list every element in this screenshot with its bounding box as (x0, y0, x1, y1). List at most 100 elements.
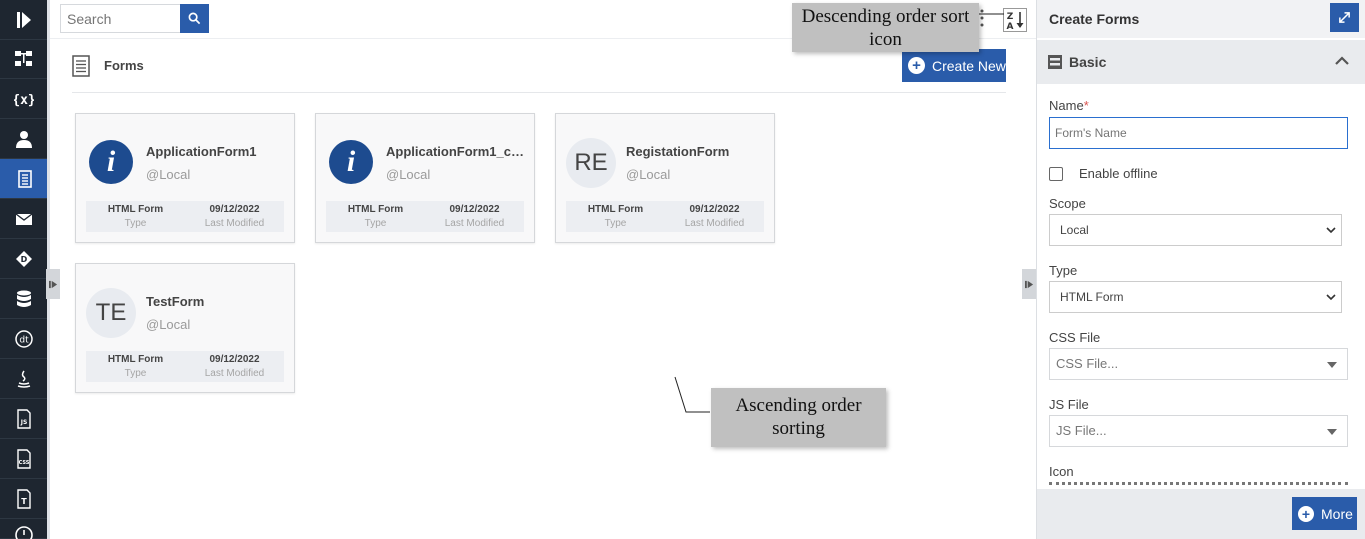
form-avatar-initials: RE (566, 138, 616, 188)
form-type-key: Type (124, 368, 147, 379)
name-label: Name* (1049, 98, 1089, 113)
form-type-value: HTML Form (347, 204, 404, 215)
form-type-value: HTML Form (107, 354, 164, 365)
search-button[interactable] (180, 4, 209, 33)
form-type-key: Type (124, 218, 147, 229)
logo-icon[interactable] (0, 0, 47, 40)
css-file-icon[interactable]: CSS (0, 439, 47, 479)
info-icon: i (89, 140, 133, 184)
form-type-value: HTML Form (107, 204, 164, 215)
left-nav: {x} D dt JS CSS T (0, 0, 50, 539)
svg-text:T: T (21, 497, 27, 506)
page-title: Forms (104, 58, 144, 73)
form-modified-value: 09/12/2022 (209, 204, 260, 215)
form-modified-value: 09/12/2022 (689, 204, 740, 215)
form-name: ApplicationForm1_co... (386, 144, 526, 159)
form-scope: @Local (386, 167, 431, 182)
panel-title: Create Forms (1049, 11, 1140, 27)
java-icon[interactable] (0, 359, 47, 399)
chevron-up-icon[interactable] (1333, 52, 1351, 70)
plus-circle-icon: + (1298, 505, 1314, 522)
more-button[interactable]: + More (1292, 497, 1357, 530)
annotation-descending-sort: Descending order sort icon (792, 3, 979, 52)
basic-section-header[interactable]: Basic (1037, 40, 1365, 84)
form-type-key: Type (364, 218, 387, 229)
type-value: HTML Form (1060, 290, 1124, 304)
form-name: RegistationForm (626, 144, 730, 159)
svg-text:JS: JS (19, 419, 27, 426)
required-mark: * (1083, 98, 1089, 113)
panel-footer: + More (1037, 489, 1365, 539)
icon-label: Icon (1049, 464, 1074, 479)
form-scope: @Local (146, 167, 191, 182)
type-label: Type (1049, 263, 1078, 278)
search-input[interactable] (60, 4, 181, 33)
mail-icon[interactable] (0, 199, 47, 239)
form-modified-key: Last Modified (204, 368, 265, 379)
forms-divider (72, 92, 1006, 93)
user-icon[interactable] (0, 119, 47, 159)
form-card[interactable]: i ApplicationForm1 @Local HTML Form Type … (75, 113, 295, 243)
form-name: TestForm (146, 294, 205, 309)
right-collapse-handle[interactable] (1022, 269, 1036, 299)
enable-offline-checkbox[interactable] (1049, 167, 1063, 181)
scope-select[interactable]: Local (1049, 214, 1342, 246)
forms-page-icon (72, 55, 90, 77)
form-modified-key: Last Modified (444, 218, 505, 229)
svg-text:D: D (20, 255, 27, 264)
chevron-down-icon (1326, 227, 1336, 234)
type-select[interactable]: HTML Form (1049, 281, 1342, 313)
form-name: ApplicationForm1 (146, 144, 257, 159)
svg-text:A: A (1007, 22, 1014, 32)
svg-text:CSS: CSS (18, 460, 29, 466)
expand-diagonal-icon (1339, 12, 1350, 23)
expand-right-icon (1024, 280, 1033, 288)
search-icon (188, 12, 201, 25)
section-form-icon (1048, 55, 1062, 69)
svg-text:dt: dt (19, 335, 29, 345)
datatable-icon[interactable]: dt (0, 319, 47, 359)
create-new-button[interactable]: + Create New (902, 49, 1006, 82)
create-new-label: Create New (932, 57, 1006, 74)
clock-icon[interactable] (0, 519, 47, 539)
scope-label: Scope (1049, 196, 1086, 211)
database-icon[interactable] (0, 279, 47, 319)
form-type-key: Type (604, 218, 627, 229)
js-file-placeholder: JS File... (1056, 423, 1107, 438)
enable-offline-label: Enable offline (1079, 166, 1158, 181)
name-label-text: Name (1049, 98, 1084, 113)
plus-circle-icon: + (908, 57, 925, 74)
flow-icon[interactable] (0, 39, 47, 79)
caret-down-icon (1327, 429, 1337, 435)
info-icon: i (329, 140, 373, 184)
scope-value: Local (1060, 223, 1089, 237)
callout-pointer (674, 376, 710, 413)
css-file-combo[interactable]: CSS File... (1049, 348, 1348, 380)
text-file-icon[interactable]: T (0, 479, 47, 519)
expand-panel-button[interactable] (1330, 3, 1359, 32)
form-meta: HTML Form Type 09/12/2022 Last Modified (86, 351, 284, 382)
variables-icon[interactable]: {x} (0, 79, 47, 119)
form-card[interactable]: RE RegistationForm @Local HTML Form Type … (555, 113, 775, 243)
js-file-label: JS File (1049, 397, 1089, 412)
form-modified-value: 09/12/2022 (449, 204, 500, 215)
form-card[interactable]: i ApplicationForm1_co... @Local HTML For… (315, 113, 535, 243)
section-title: Basic (1069, 54, 1107, 70)
form-meta: HTML Form Type 09/12/2022 Last Modified (326, 201, 524, 232)
decision-icon[interactable]: D (0, 239, 47, 279)
form-name-input[interactable] (1049, 117, 1348, 149)
create-forms-panel: Create Forms Basic Name* Enable offline … (1036, 0, 1365, 539)
form-scope: @Local (626, 167, 671, 182)
expand-right-icon (48, 280, 57, 288)
js-file-icon[interactable]: JS (0, 399, 47, 439)
panel-header: Create Forms (1037, 0, 1365, 38)
annotation-ascending-sort: Ascending order sorting (711, 388, 886, 447)
js-file-combo[interactable]: JS File... (1049, 415, 1348, 447)
forms-icon[interactable] (0, 159, 50, 199)
form-modified-key: Last Modified (684, 218, 745, 229)
form-scope: @Local (146, 317, 191, 332)
left-collapse-handle[interactable] (46, 269, 60, 299)
form-card[interactable]: TE TestForm @Local HTML Form Type 09/12/2… (75, 263, 295, 393)
form-meta: HTML Form Type 09/12/2022 Last Modified (566, 201, 764, 232)
form-avatar-initials: TE (86, 288, 136, 338)
